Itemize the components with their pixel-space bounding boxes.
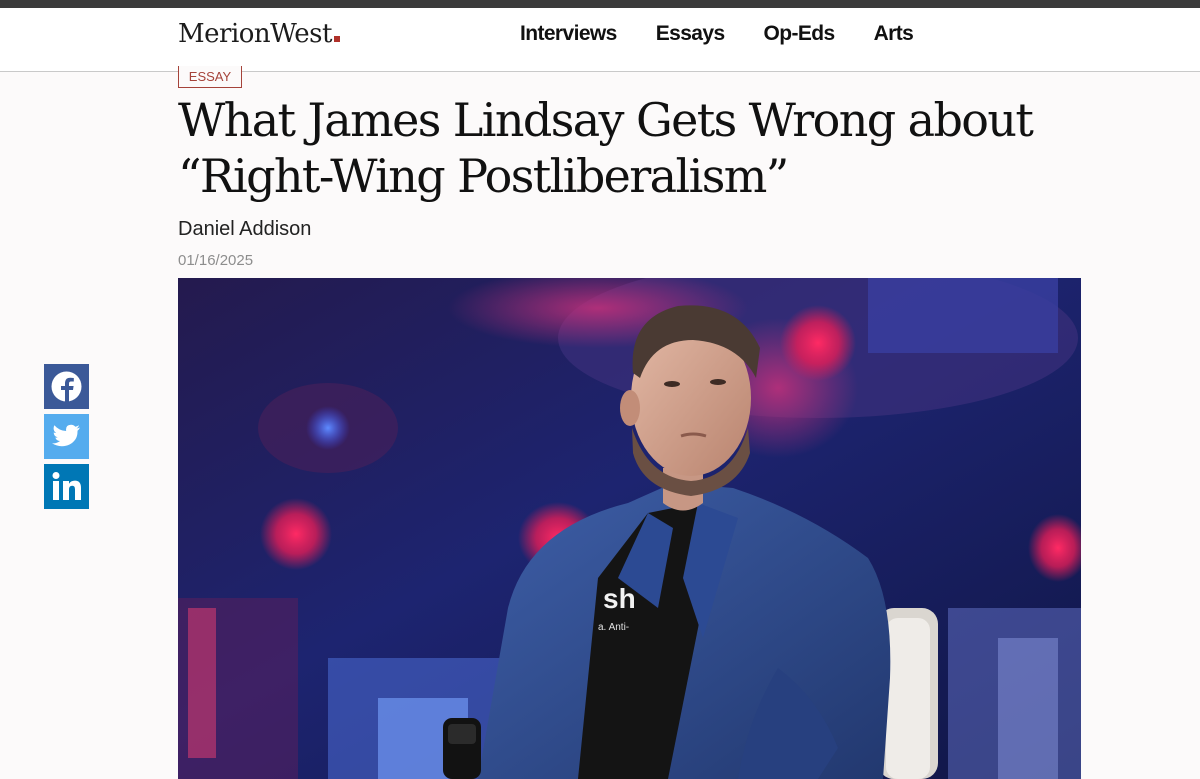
twitter-icon[interactable]: [44, 414, 89, 459]
main-nav: Interviews Essays Op-Eds Arts: [520, 21, 952, 47]
linkedin-icon[interactable]: [44, 464, 89, 509]
hero-image: sh a. Anti-: [178, 278, 1081, 779]
author-name[interactable]: Daniel Addison: [178, 218, 311, 241]
publish-date: 01/16/2025: [178, 252, 254, 269]
site-logo[interactable]: MerionWest: [178, 19, 340, 49]
nav-interviews[interactable]: Interviews: [520, 21, 617, 47]
browser-top-strip: [0, 0, 1200, 8]
nav-essays[interactable]: Essays: [656, 21, 725, 47]
nav-op-eds[interactable]: Op-Eds: [764, 21, 836, 47]
category-badge[interactable]: ESSAY: [178, 66, 242, 88]
logo-dot: [333, 36, 340, 42]
logo-text: MerionWest: [178, 19, 332, 49]
facebook-icon[interactable]: [44, 364, 89, 409]
nav-arts[interactable]: Arts: [874, 21, 914, 47]
site-header: MerionWest Interviews Essays Op-Eds Arts: [0, 8, 1200, 72]
shirt-text: sh: [603, 583, 636, 614]
hero-photo-illustration: sh a. Anti-: [178, 278, 1081, 779]
article-title: What James Lindsay Gets Wrong about “Rig…: [178, 93, 1034, 203]
share-bar: [44, 364, 89, 514]
shirt-subtext: a. Anti-: [598, 622, 629, 633]
